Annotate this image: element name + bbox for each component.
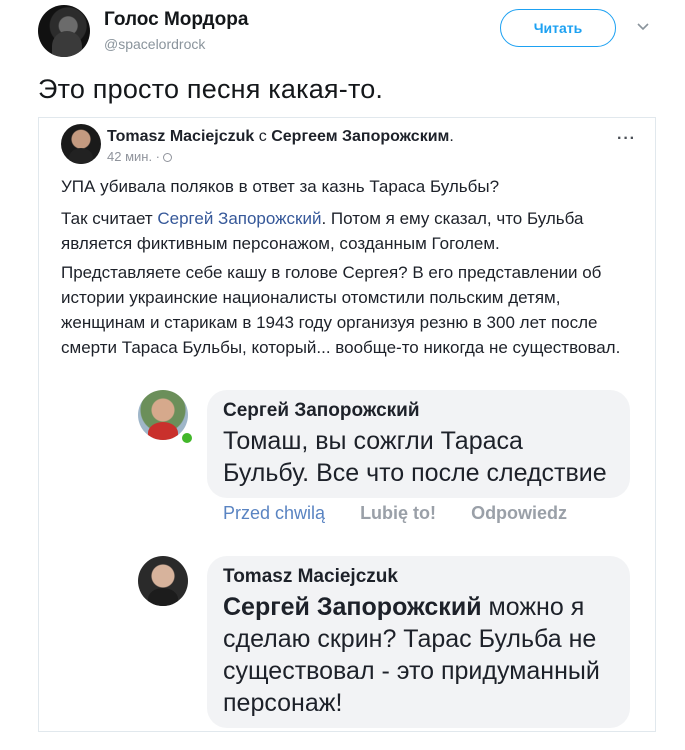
comment1-avatar [138,390,188,440]
more-options-icon: ··· [617,130,636,147]
comment1-text: Томаш, вы сожгли Тараса Бульбу. Все что … [223,427,607,487]
embedded-screenshot: Tomasz Maciejczuk с Сергеем Запорожским.… [38,117,656,732]
comment1-like: Lubię to! [360,503,437,523]
comment1-author: Сергей Запорожский [223,400,420,421]
post-with-word: с [258,128,267,145]
tweet-author-avatar[interactable] [38,5,90,57]
post-meta: 42 мин. · [107,149,173,164]
post-author-avatar [61,124,101,164]
comment1-reply: Odpowiedz [471,503,568,523]
post-p2-before: Так считает [61,209,158,228]
tweet-text: Это просто песня какая-то. [38,74,384,104]
globe-icon [163,153,173,162]
chevron-down-icon[interactable] [636,19,650,33]
comment1-time: Przed chwilą [223,503,326,523]
post-time: 42 мин. · [107,149,161,164]
tweet-author-handle[interactable]: @spacelordrock [104,36,205,52]
post-mention-link: Сергей Запорожский [157,209,322,228]
comment2-mention: Сергей Запорожский [223,593,482,621]
online-status-icon [180,431,194,445]
comment2-text: Сергей Запорожский можно я сделаю скрин?… [223,591,614,719]
post-paragraph-2: Так считает Сергей Запорожский. Потом я … [61,206,641,256]
post-paragraph-3: Представляете себе кашу в голове Сергея?… [61,263,621,357]
follow-button[interactable]: Читать [500,9,616,47]
comment1-actions: Przed chwilą Lubię to! Odpowiedz [223,503,597,524]
post-author-line: Tomasz Maciejczuk с Сергеем Запорожским. [107,128,454,145]
post-paragraph-1: УПА убивала поляков в ответ за казнь Тар… [61,177,500,196]
comment2-author: Tomasz Maciejczuk [223,566,398,587]
comment2-bubble: Tomasz Maciejczuk Сергей Запорожский мож… [207,556,630,728]
tweet-author-name[interactable]: Голос Мордора [104,9,248,31]
comment2-avatar [138,556,188,606]
post-tagged-user: Сергеем Запорожским [271,128,450,145]
post-author-name: Tomasz Maciejczuk [107,128,255,145]
comment1-bubble: Сергей Запорожский Томаш, вы сожгли Тара… [207,390,630,498]
